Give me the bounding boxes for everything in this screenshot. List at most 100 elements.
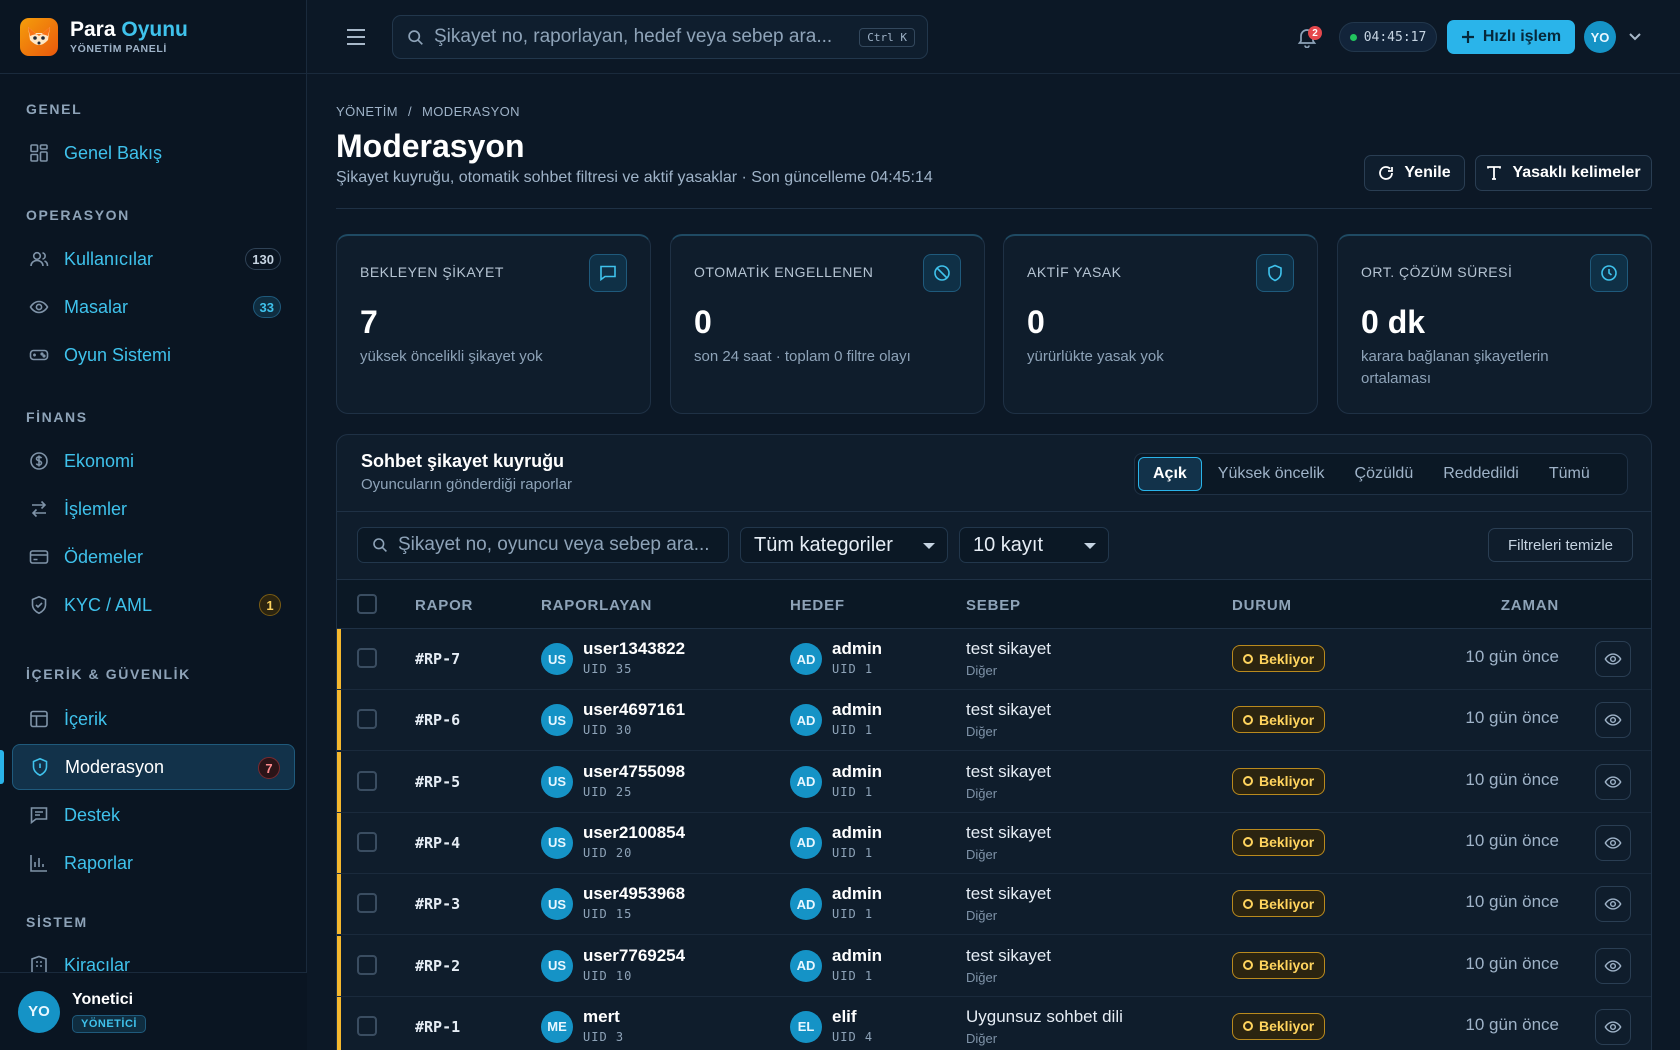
sidebar-item-oyun-sistemi[interactable]: Oyun Sistemi bbox=[12, 332, 295, 378]
sidebar-item-label: İçerik bbox=[64, 708, 108, 729]
quick-action-button[interactable]: Hızlı işlem bbox=[1447, 20, 1575, 54]
report-id[interactable]: #RP-6 bbox=[415, 711, 460, 729]
report-time: 10 gün önce bbox=[1465, 1014, 1559, 1034]
table-row[interactable]: #RP-4 US user2100854 UID 20 AD admin UID 1 test… bbox=[337, 812, 1651, 874]
chevron-down-icon[interactable] bbox=[1627, 28, 1643, 44]
sidebar-item-destek[interactable]: Destek bbox=[12, 792, 295, 838]
breadcrumb-item[interactable]: YÖNETİM bbox=[336, 104, 398, 119]
reporter-avatar: US bbox=[541, 888, 573, 921]
sidebar-item-raporlar[interactable]: Raporlar bbox=[12, 840, 295, 886]
table-row[interactable]: #RP-1 ME mert UID 3 EL elif UID 4 Uygunsuz sohb… bbox=[337, 996, 1651, 1050]
tab-acik[interactable]: Açık bbox=[1138, 457, 1202, 491]
online-dot-icon bbox=[1349, 33, 1357, 41]
reason-text: Uygunsuz sohbet dili bbox=[966, 1006, 1123, 1026]
row-checkbox[interactable] bbox=[357, 893, 377, 914]
menu-icon[interactable] bbox=[345, 27, 367, 47]
target-name[interactable]: admin bbox=[832, 823, 882, 843]
view-button[interactable] bbox=[1595, 1008, 1631, 1045]
view-button[interactable] bbox=[1595, 763, 1631, 800]
sidebar-item-kiracilar[interactable]: Kiracılar bbox=[12, 942, 295, 972]
table-row[interactable]: #RP-2 US user7769254 UID 10 AD admin UID 1 test… bbox=[337, 935, 1651, 997]
banned-words-button[interactable]: Yasaklı kelimeler bbox=[1475, 155, 1652, 191]
tab-cozuldu[interactable]: Çözüldü bbox=[1341, 457, 1428, 491]
breadcrumb: YÖNETİM / MODERASYON bbox=[336, 104, 520, 119]
table-row[interactable]: #RP-7 US user1343822 UID 35 AD admin UID 1 test… bbox=[337, 629, 1651, 690]
sidebar-item-genel-bakis[interactable]: Genel Bakış bbox=[12, 130, 295, 176]
reporter-name[interactable]: user4697161 bbox=[583, 700, 685, 720]
brand[interactable]: Para Oyunu YÖNETİM PANELİ bbox=[0, 0, 306, 74]
stat-label: ORT. ÇÖZÜM SÜRESİ bbox=[1361, 264, 1513, 280]
view-button[interactable] bbox=[1595, 886, 1631, 923]
target-uid: UID 1 bbox=[832, 845, 874, 860]
target-name[interactable]: admin bbox=[832, 639, 882, 659]
reporter-name[interactable]: user2100854 bbox=[583, 823, 685, 843]
target-avatar: AD bbox=[790, 643, 822, 675]
caret-down-icon bbox=[1084, 543, 1096, 549]
reporter-name[interactable]: user4953968 bbox=[583, 884, 685, 904]
tab-reddedildi[interactable]: Reddedildi bbox=[1429, 457, 1533, 491]
target-uid: UID 1 bbox=[832, 907, 874, 922]
reporter-uid: UID 3 bbox=[583, 1029, 625, 1044]
reason-text: test sikayet bbox=[966, 700, 1052, 720]
clear-filters-button[interactable]: Filtreleri temizle bbox=[1488, 528, 1633, 562]
row-checkbox[interactable] bbox=[357, 770, 377, 791]
target-name[interactable]: admin bbox=[832, 700, 882, 720]
report-id[interactable]: #RP-3 bbox=[415, 895, 460, 913]
category-select[interactable]: Tüm kategoriler bbox=[740, 527, 948, 563]
sidebar-item-masalar[interactable]: Masalar 33 bbox=[12, 284, 295, 330]
sidebar-item-icerik[interactable]: İçerik bbox=[12, 696, 295, 742]
sidebar-item-odemeler[interactable]: Ödemeler bbox=[12, 534, 295, 580]
sidebar-item-kyc-aml[interactable]: KYC / AML 1 bbox=[12, 582, 295, 628]
avatar[interactable]: YO bbox=[1584, 21, 1616, 53]
reporter-name[interactable]: user7769254 bbox=[583, 946, 685, 966]
reporter-name[interactable]: mert bbox=[583, 1007, 620, 1027]
reporter-avatar: US bbox=[541, 826, 573, 859]
sidebar-item-moderasyon[interactable]: Moderasyon 7 bbox=[12, 744, 295, 790]
row-checkbox[interactable] bbox=[357, 709, 377, 730]
report-id[interactable]: #RP-5 bbox=[415, 773, 460, 791]
table-row[interactable]: #RP-3 US user4953968 UID 15 AD admin UID 1 test… bbox=[337, 874, 1651, 936]
status-badge: Bekliyor bbox=[1232, 890, 1326, 918]
report-time: 10 gün önce bbox=[1465, 830, 1559, 850]
complaint-queue-panel: Sohbet şikayet kuyruğu Oyuncuların gönde… bbox=[336, 434, 1652, 1050]
report-id[interactable]: #RP-1 bbox=[415, 1018, 460, 1036]
section-icerik-guvenlik: İÇERİK & GÜVENLİK bbox=[26, 666, 191, 682]
count-badge: 1 bbox=[259, 594, 281, 616]
tab-yuksek-oncelik[interactable]: Yüksek öncelik bbox=[1204, 457, 1339, 491]
sidebar-item-label: Kullanıcılar bbox=[64, 248, 154, 269]
refresh-button[interactable]: Yenile bbox=[1364, 155, 1465, 191]
report-id[interactable]: #RP-4 bbox=[415, 834, 460, 852]
target-name[interactable]: elif bbox=[832, 1007, 857, 1027]
target-name[interactable]: admin bbox=[832, 884, 882, 904]
page-size-select[interactable]: 10 kayıt bbox=[959, 527, 1109, 563]
brand-name: Para Oyunu bbox=[70, 18, 188, 41]
view-button[interactable] bbox=[1595, 824, 1631, 861]
report-time: 10 gün önce bbox=[1465, 953, 1559, 973]
table-row[interactable]: #RP-5 US user4755098 UID 25 AD admin UID 1 test… bbox=[337, 751, 1651, 813]
report-id[interactable]: #RP-2 bbox=[415, 957, 460, 975]
row-checkbox[interactable] bbox=[357, 1015, 377, 1036]
table-row[interactable]: #RP-6 US user4697161 UID 30 AD admin UID 1 test… bbox=[337, 690, 1651, 752]
current-user[interactable]: YO Yonetici YÖNETİCİ bbox=[0, 972, 307, 1050]
row-checkbox[interactable] bbox=[357, 648, 377, 668]
target-name[interactable]: admin bbox=[832, 762, 882, 782]
queue-search-input[interactable]: Şikayet no, oyuncu veya sebep ara... bbox=[357, 527, 729, 563]
view-button[interactable] bbox=[1595, 702, 1631, 739]
status-badge: Bekliyor bbox=[1232, 951, 1326, 979]
tab-tumu[interactable]: Tümü bbox=[1535, 457, 1604, 491]
sidebar-item-kullanicilar[interactable]: Kullanıcılar 130 bbox=[12, 236, 295, 282]
sidebar-item-islemler[interactable]: İşlemler bbox=[12, 486, 295, 532]
view-button[interactable] bbox=[1595, 641, 1631, 677]
sidebar-item-ekonomi[interactable]: Ekonomi bbox=[12, 438, 295, 484]
reporter-name[interactable]: user1343822 bbox=[583, 639, 685, 659]
target-name[interactable]: admin bbox=[832, 946, 882, 966]
row-checkbox[interactable] bbox=[357, 954, 377, 975]
stat-desc: son 24 saat · toplam 0 filtre olayı bbox=[694, 348, 911, 365]
report-id[interactable]: #RP-7 bbox=[415, 650, 460, 668]
select-all-checkbox[interactable] bbox=[357, 594, 377, 614]
reporter-name[interactable]: user4755098 bbox=[583, 762, 685, 782]
row-checkbox[interactable] bbox=[357, 831, 377, 852]
panel-subtitle: Oyuncuların gönderdiği raporlar bbox=[361, 476, 572, 493]
view-button[interactable] bbox=[1595, 947, 1631, 984]
global-search-input[interactable]: Şikayet no, raporlayan, hedef veya sebep… bbox=[392, 15, 928, 59]
